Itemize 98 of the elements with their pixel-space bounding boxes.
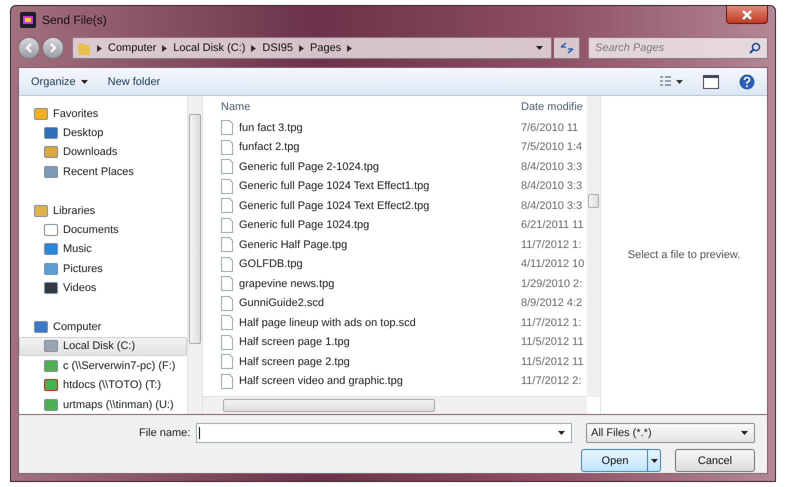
file-name-label: File name: bbox=[139, 427, 190, 439]
open-button[interactable]: Open bbox=[581, 449, 661, 472]
organize-button[interactable]: Organize bbox=[31, 76, 88, 88]
file-icon bbox=[221, 315, 233, 330]
nav-item[interactable]: urtmaps (\\tinman) (U:) bbox=[19, 394, 187, 414]
nav-item[interactable]: Music bbox=[19, 240, 187, 260]
column-header[interactable]: Name bbox=[221, 101, 521, 113]
caret-icon bbox=[741, 431, 748, 435]
nav-item[interactable]: Downloads bbox=[19, 142, 187, 162]
file-item[interactable]: Generic full Page 1024 Text Effect1.tpg bbox=[221, 178, 521, 194]
chevron-icon bbox=[97, 44, 102, 52]
file-item[interactable]: Generic full Page 1024 Text Effect2.tpg bbox=[221, 198, 521, 214]
table-cell-text: 11/5/2012 11 bbox=[521, 336, 585, 348]
breadcrumb[interactable]: DSI95 bbox=[262, 42, 293, 54]
address-bar[interactable]: Computer Local Disk (C:) DSI95 Pages bbox=[72, 37, 552, 59]
file-item[interactable]: grapevine news.tpg bbox=[221, 276, 521, 292]
cancel-button[interactable]: Cancel bbox=[675, 449, 755, 472]
table-cell-text: 7/6/2010 11 bbox=[521, 122, 580, 134]
table-cell-text: 11/5/2012 11 bbox=[521, 356, 585, 368]
file-icon bbox=[221, 256, 233, 272]
table-cell-text: 11/7/2012 2: bbox=[521, 375, 582, 388]
file-item[interactable]: fun fact 3.tpg bbox=[221, 120, 521, 136]
file-item[interactable]: GOLFDB.tpg bbox=[221, 256, 521, 272]
file-icon bbox=[221, 296, 233, 311]
back-button[interactable] bbox=[18, 37, 40, 59]
help-icon[interactable] bbox=[739, 74, 755, 90]
file-icon bbox=[221, 276, 233, 292]
table-cell-text: 11/7/2012 1: bbox=[521, 316, 582, 329]
file-icon bbox=[221, 374, 233, 389]
file-item[interactable]: funfact 2.tpg bbox=[221, 140, 521, 155]
close-icon bbox=[741, 10, 753, 20]
refresh-icon bbox=[560, 42, 574, 54]
view-options-icon[interactable] bbox=[659, 76, 683, 88]
column-header[interactable]: Date modifie bbox=[521, 101, 587, 113]
scrollbar[interactable] bbox=[187, 96, 202, 414]
new-folder-button[interactable]: New folder bbox=[108, 76, 160, 88]
file-icon bbox=[221, 218, 233, 233]
table-cell-text: 8/9/2012 4:2 bbox=[521, 297, 584, 310]
nav-section[interactable]: Libraries bbox=[19, 200, 187, 220]
horizontal-scrollbar[interactable] bbox=[203, 396, 587, 414]
file-icon bbox=[221, 178, 233, 194]
search-placeholder: Search Pages bbox=[595, 42, 664, 54]
nav-item[interactable]: Videos bbox=[19, 278, 187, 298]
caret-icon[interactable] bbox=[536, 46, 543, 50]
chevron-icon bbox=[299, 44, 304, 52]
breadcrumb[interactable]: Computer bbox=[108, 42, 156, 54]
file-name-field[interactable] bbox=[196, 423, 572, 443]
search-icon bbox=[749, 42, 761, 54]
app-icon bbox=[20, 12, 36, 28]
nav-item[interactable]: c (\\Serverwin7-pc) (F:) bbox=[19, 356, 187, 376]
nav-item[interactable]: htdocs (\\TOTO) (T:) bbox=[19, 375, 187, 395]
refresh-button[interactable] bbox=[554, 37, 580, 59]
chevron-icon bbox=[251, 44, 256, 52]
preview-pane-icon[interactable] bbox=[703, 74, 719, 88]
file-item[interactable]: GunniGuide2.scd bbox=[221, 296, 521, 311]
file-item[interactable]: Generic Half Page.tpg bbox=[221, 237, 521, 252]
table-cell-text: 7/5/2010 1:4 bbox=[521, 141, 584, 154]
caret-icon bbox=[650, 458, 658, 462]
file-icon bbox=[221, 198, 233, 214]
folder-icon bbox=[77, 40, 91, 56]
nav-item[interactable]: Local Disk (C:) bbox=[19, 336, 187, 356]
forward-button[interactable] bbox=[42, 37, 64, 59]
breadcrumb[interactable]: Local Disk (C:) bbox=[173, 42, 246, 54]
chevron-icon bbox=[347, 44, 352, 52]
file-icon bbox=[221, 159, 233, 174]
file-item[interactable]: Half page lineup with ads on top.scd bbox=[221, 315, 521, 330]
file-icon bbox=[221, 354, 233, 370]
file-item[interactable]: Generic full Page 2-1024.tpg bbox=[221, 159, 521, 174]
file-icon bbox=[221, 237, 233, 252]
table-cell-text: 4/11/2012 10 bbox=[521, 258, 586, 270]
file-item[interactable]: Generic full Page 1024.tpg bbox=[221, 218, 521, 233]
caret-icon[interactable] bbox=[558, 431, 566, 435]
chevron-icon bbox=[162, 44, 168, 52]
preview-message: Select a file to preview. bbox=[628, 249, 740, 261]
file-icon bbox=[221, 334, 233, 350]
table-cell-text: 6/21/2011 11 bbox=[521, 219, 585, 232]
file-item[interactable]: Half screen page 2.tpg bbox=[221, 354, 521, 370]
nav-section[interactable]: Computer bbox=[19, 317, 187, 337]
file-type-dropdown[interactable]: All Files (*.*) bbox=[586, 423, 755, 443]
table-cell-text: 8/4/2010 3:3 bbox=[521, 160, 584, 173]
breadcrumb[interactable]: Pages bbox=[310, 42, 342, 54]
table-cell-text: 11/7/2012 1: bbox=[521, 238, 582, 251]
nav-item[interactable]: Pictures bbox=[19, 259, 187, 279]
window-title: Send File(s) bbox=[42, 12, 107, 26]
nav-item[interactable]: Recent Places bbox=[19, 162, 187, 182]
table-cell-text: 8/4/2010 3:3 bbox=[521, 180, 584, 192]
nav-section[interactable]: Favorites bbox=[19, 104, 187, 124]
nav-item[interactable]: Desktop bbox=[19, 123, 187, 143]
caret-icon bbox=[80, 80, 88, 84]
file-icon bbox=[221, 140, 233, 155]
scrollbar[interactable] bbox=[587, 96, 600, 397]
table-cell-text: 1/29/2010 2: bbox=[521, 278, 584, 290]
file-item[interactable]: Half screen video and graphic.tpg bbox=[221, 374, 521, 389]
file-item[interactable]: Half screen page 1.tpg bbox=[221, 334, 521, 350]
close-button[interactable] bbox=[726, 6, 768, 24]
table-cell-text: 8/4/2010 3:3 bbox=[521, 200, 584, 212]
nav-item[interactable]: Documents bbox=[19, 220, 187, 240]
file-icon bbox=[221, 120, 233, 136]
